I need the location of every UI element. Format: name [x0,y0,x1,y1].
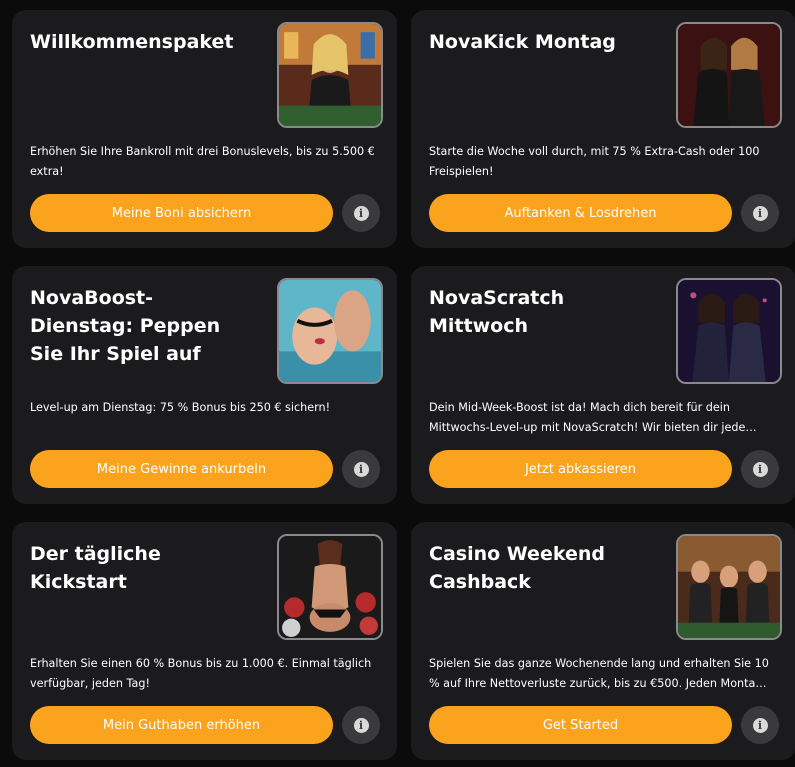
promo-card-novakick-montag: NovaKick Montag Starte die Woche voll du… [411,10,795,248]
info-button[interactable]: i [342,706,380,744]
promo-card-casino-weekend-cashback: Casino Weekend Cashback Spielen Sie das … [411,522,795,760]
info-button[interactable]: i [741,450,779,488]
promo-card-novaboost-dienstag: NovaBoost- Dienstag: Peppen Sie Ihr Spie… [12,266,397,504]
cta-button[interactable]: Jetzt abkassieren [429,450,732,488]
cta-button[interactable]: Meine Boni absichern [30,194,333,232]
info-button[interactable]: i [741,194,779,232]
promo-title: Casino Weekend Cashback [429,543,605,593]
promo-card-taeglicher-kickstart: Der tägliche Kickstart Erhalten Sie eine… [12,522,397,760]
promo-title: Willkommenspaket [30,31,234,53]
info-icon: i [353,461,369,477]
promo-description: Erhöhen Sie Ihre Bankroll mit drei Bonus… [30,145,375,178]
info-icon: i [752,461,768,477]
info-icon: i [752,717,768,733]
info-button[interactable]: i [342,194,380,232]
promo-description: Level-up am Dienstag: 75 % Bonus bis 250… [30,401,331,414]
cta-button[interactable]: Get Started [429,706,732,744]
promo-image [676,534,782,640]
promo-title: NovaKick Montag [429,31,616,53]
promo-image [676,278,782,384]
promo-image [277,534,383,640]
promo-description: Dein Mid-Week-Boost ist da! Mach dich be… [429,401,757,434]
promo-image [277,22,383,128]
cta-button[interactable]: Auftanken & Losdrehen [429,194,732,232]
promo-description: Spielen Sie das ganze Wochenende lang un… [429,657,769,690]
info-icon: i [353,205,369,221]
cta-button[interactable]: Mein Guthaben erhöhen [30,706,333,744]
promo-title: NovaScratch Mittwoch [429,287,565,337]
promo-description: Erhalten Sie einen 60 % Bonus bis zu 1.0… [30,657,372,690]
promotions-grid: Willkommenspaket Erhöhen Sie Ihre Bankro… [12,10,795,760]
promo-title: NovaBoost- Dienstag: Peppen Sie Ihr Spie… [30,287,221,365]
info-button[interactable]: i [741,706,779,744]
promo-title: Der tägliche Kickstart [30,543,161,593]
cta-button[interactable]: Meine Gewinne ankurbeln [30,450,333,488]
info-icon: i [353,717,369,733]
promo-card-novascratch-mittwoch: NovaScratch Mittwoch Dein Mid-Week-Boost… [411,266,795,504]
info-button[interactable]: i [342,450,380,488]
info-icon: i [752,205,768,221]
promo-image [277,278,383,384]
promo-card-willkommenspaket: Willkommenspaket Erhöhen Sie Ihre Bankro… [12,10,397,248]
promo-description: Starte die Woche voll durch, mit 75 % Ex… [429,145,760,178]
promo-image [676,22,782,128]
